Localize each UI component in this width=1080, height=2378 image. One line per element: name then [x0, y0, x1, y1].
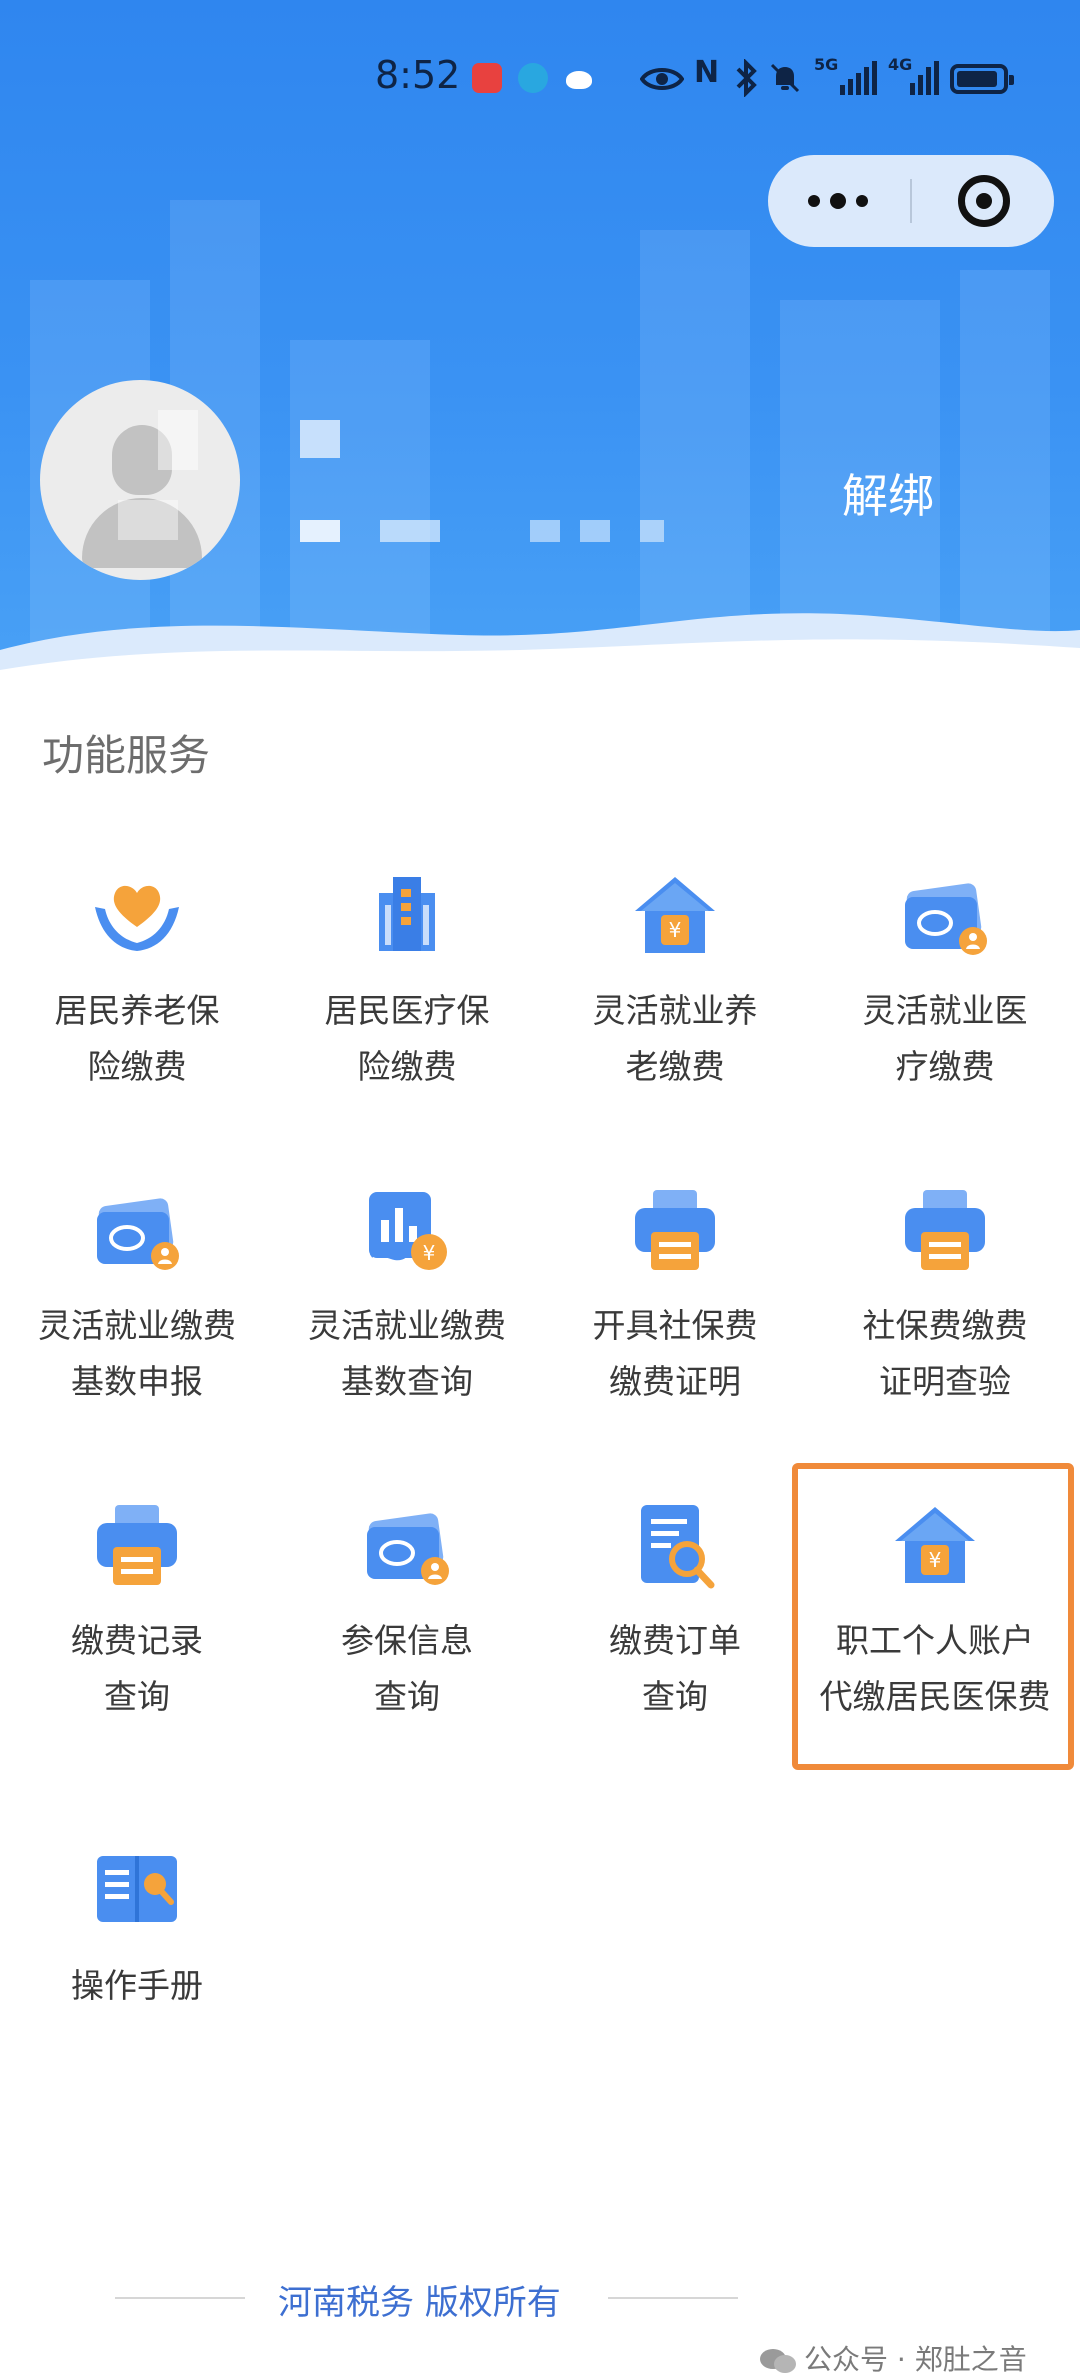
printer-icon [635, 1190, 715, 1270]
close-target-icon[interactable] [958, 175, 1010, 227]
service-label-line1: 操作手册 [71, 1966, 203, 2005]
highlight-box [792, 1463, 1074, 1770]
service-payment-orders[interactable]: 缴费订单 查询 [540, 1495, 810, 1725]
redacted-id [380, 520, 440, 542]
battery-icon [950, 64, 1014, 94]
service-payment-records[interactable]: 缴费记录 查询 [2, 1495, 272, 1725]
social-security-card-icon [905, 883, 987, 955]
chart-yuan-icon: ¥ [369, 1192, 447, 1270]
watermark: 公众号 · 郑肚之音 [758, 2338, 1027, 2378]
bluetooth-icon [736, 59, 757, 97]
watermark-text: 公众号 · 郑肚之音 [804, 2343, 1027, 2376]
5g-signal-icon [840, 59, 877, 95]
building-icon [379, 877, 435, 951]
service-label-line2: 查询 [104, 1677, 170, 1716]
service-flexible-pension[interactable]: ¥ 灵活就业养老缴费 [540, 865, 810, 1095]
redacted-block [118, 500, 178, 540]
service-issue-certificate[interactable]: 开具社保费 缴费证明 [540, 1180, 810, 1410]
footer-copyright: 河南税务 版权所有 [278, 2283, 561, 2323]
service-label-line1: 灵活就业缴费 [38, 1306, 236, 1345]
wechat-icon [760, 2349, 796, 2373]
capsule-divider [910, 179, 912, 223]
service-label-line2: 基数申报 [71, 1362, 203, 1401]
service-label-line2: 查询 [374, 1677, 440, 1716]
redacted-id [640, 520, 664, 542]
service-flexible-base-query[interactable]: ¥ 灵活就业缴费 基数查询 [272, 1180, 542, 1410]
footer: 河南税务 版权所有 [0, 2270, 1080, 2330]
svg-text:¥: ¥ [423, 1241, 436, 1265]
unbind-button[interactable]: 解绑 [842, 460, 934, 526]
more-dots-icon[interactable] [768, 155, 908, 247]
section-title: 功能服务 [42, 731, 211, 780]
service-label-line1: 灵活就业缴费 [308, 1306, 506, 1345]
redacted-block [158, 410, 198, 470]
footer-divider-left [115, 2297, 245, 2299]
header-wave [0, 613, 1080, 700]
redacted-id [300, 520, 340, 542]
manual-book-icon [97, 1856, 177, 1922]
network-label-2: 4G [888, 55, 913, 74]
service-label-line1: 缴费记录 [71, 1621, 203, 1660]
service-label-line1: 灵活就业医 [862, 991, 1028, 1030]
service-label-line1: 开具社保费 [592, 1306, 758, 1345]
service-label-line2: 险缴费 [357, 1047, 457, 1086]
status-time: 8:52 [375, 53, 461, 97]
service-label-line1: 灵活就业养 [592, 991, 758, 1030]
printer-icon [97, 1505, 177, 1585]
service-label-line2: 险缴费 [87, 1047, 187, 1086]
service-label-line1: 参保信息 [341, 1621, 473, 1660]
notification-red-icon [472, 63, 502, 93]
mini-program-capsule [768, 155, 1054, 247]
heart-hands-icon [95, 885, 179, 951]
eye-icon [640, 68, 684, 90]
service-verify-certificate[interactable]: 社保费缴费 证明查验 [810, 1180, 1080, 1410]
service-resident-medical[interactable]: 居民医疗保 险缴费 [272, 865, 542, 1095]
redacted-id [530, 520, 560, 542]
service-flexible-medical[interactable]: 灵活就业医 疗缴费 [810, 865, 1080, 1095]
service-resident-pension[interactable]: 居民养老保 险缴费 [2, 865, 272, 1095]
social-security-card-icon [97, 1198, 179, 1270]
social-security-card-icon [367, 1513, 449, 1585]
footer-divider-right [608, 2297, 738, 2299]
printer-icon [905, 1190, 985, 1270]
4g-signal-icon [910, 59, 939, 95]
service-label-line2: 查询 [642, 1677, 708, 1716]
browser-icon [518, 63, 548, 93]
service-label-line2: 证明查验 [879, 1362, 1011, 1401]
mute-icon [770, 63, 800, 93]
service-label-line1: 居民医疗保 [324, 991, 490, 1030]
service-label-line1: 居民养老保 [54, 991, 220, 1030]
service-label-line2: 疗缴费 [895, 1047, 995, 1086]
redacted-name [300, 420, 340, 458]
service-label-line2: 基数查询 [341, 1362, 473, 1401]
service-flexible-base-declare[interactable]: 灵活就业缴费 基数申报 [2, 1180, 272, 1410]
redacted-id [580, 520, 610, 542]
avatar[interactable] [40, 380, 240, 580]
nfc-icon: N [694, 55, 720, 90]
status-bar: 8:52 N 5G 4G [0, 45, 1080, 115]
service-operation-manual[interactable]: 操作手册 [2, 1840, 272, 2014]
service-label-line2: 老缴费 [625, 1047, 725, 1086]
service-label-line1: 社保费缴费 [862, 1306, 1028, 1345]
house-yuan-icon: ¥ [635, 877, 715, 953]
document-search-icon [641, 1505, 715, 1589]
service-label-line2: 缴费证明 [609, 1362, 741, 1401]
service-label-line1: 缴费订单 [609, 1621, 741, 1660]
svg-text:¥: ¥ [669, 918, 682, 942]
weather-icon [566, 71, 592, 89]
service-insurance-info[interactable]: 参保信息 查询 [272, 1495, 542, 1725]
network-label-1: 5G [814, 55, 839, 74]
